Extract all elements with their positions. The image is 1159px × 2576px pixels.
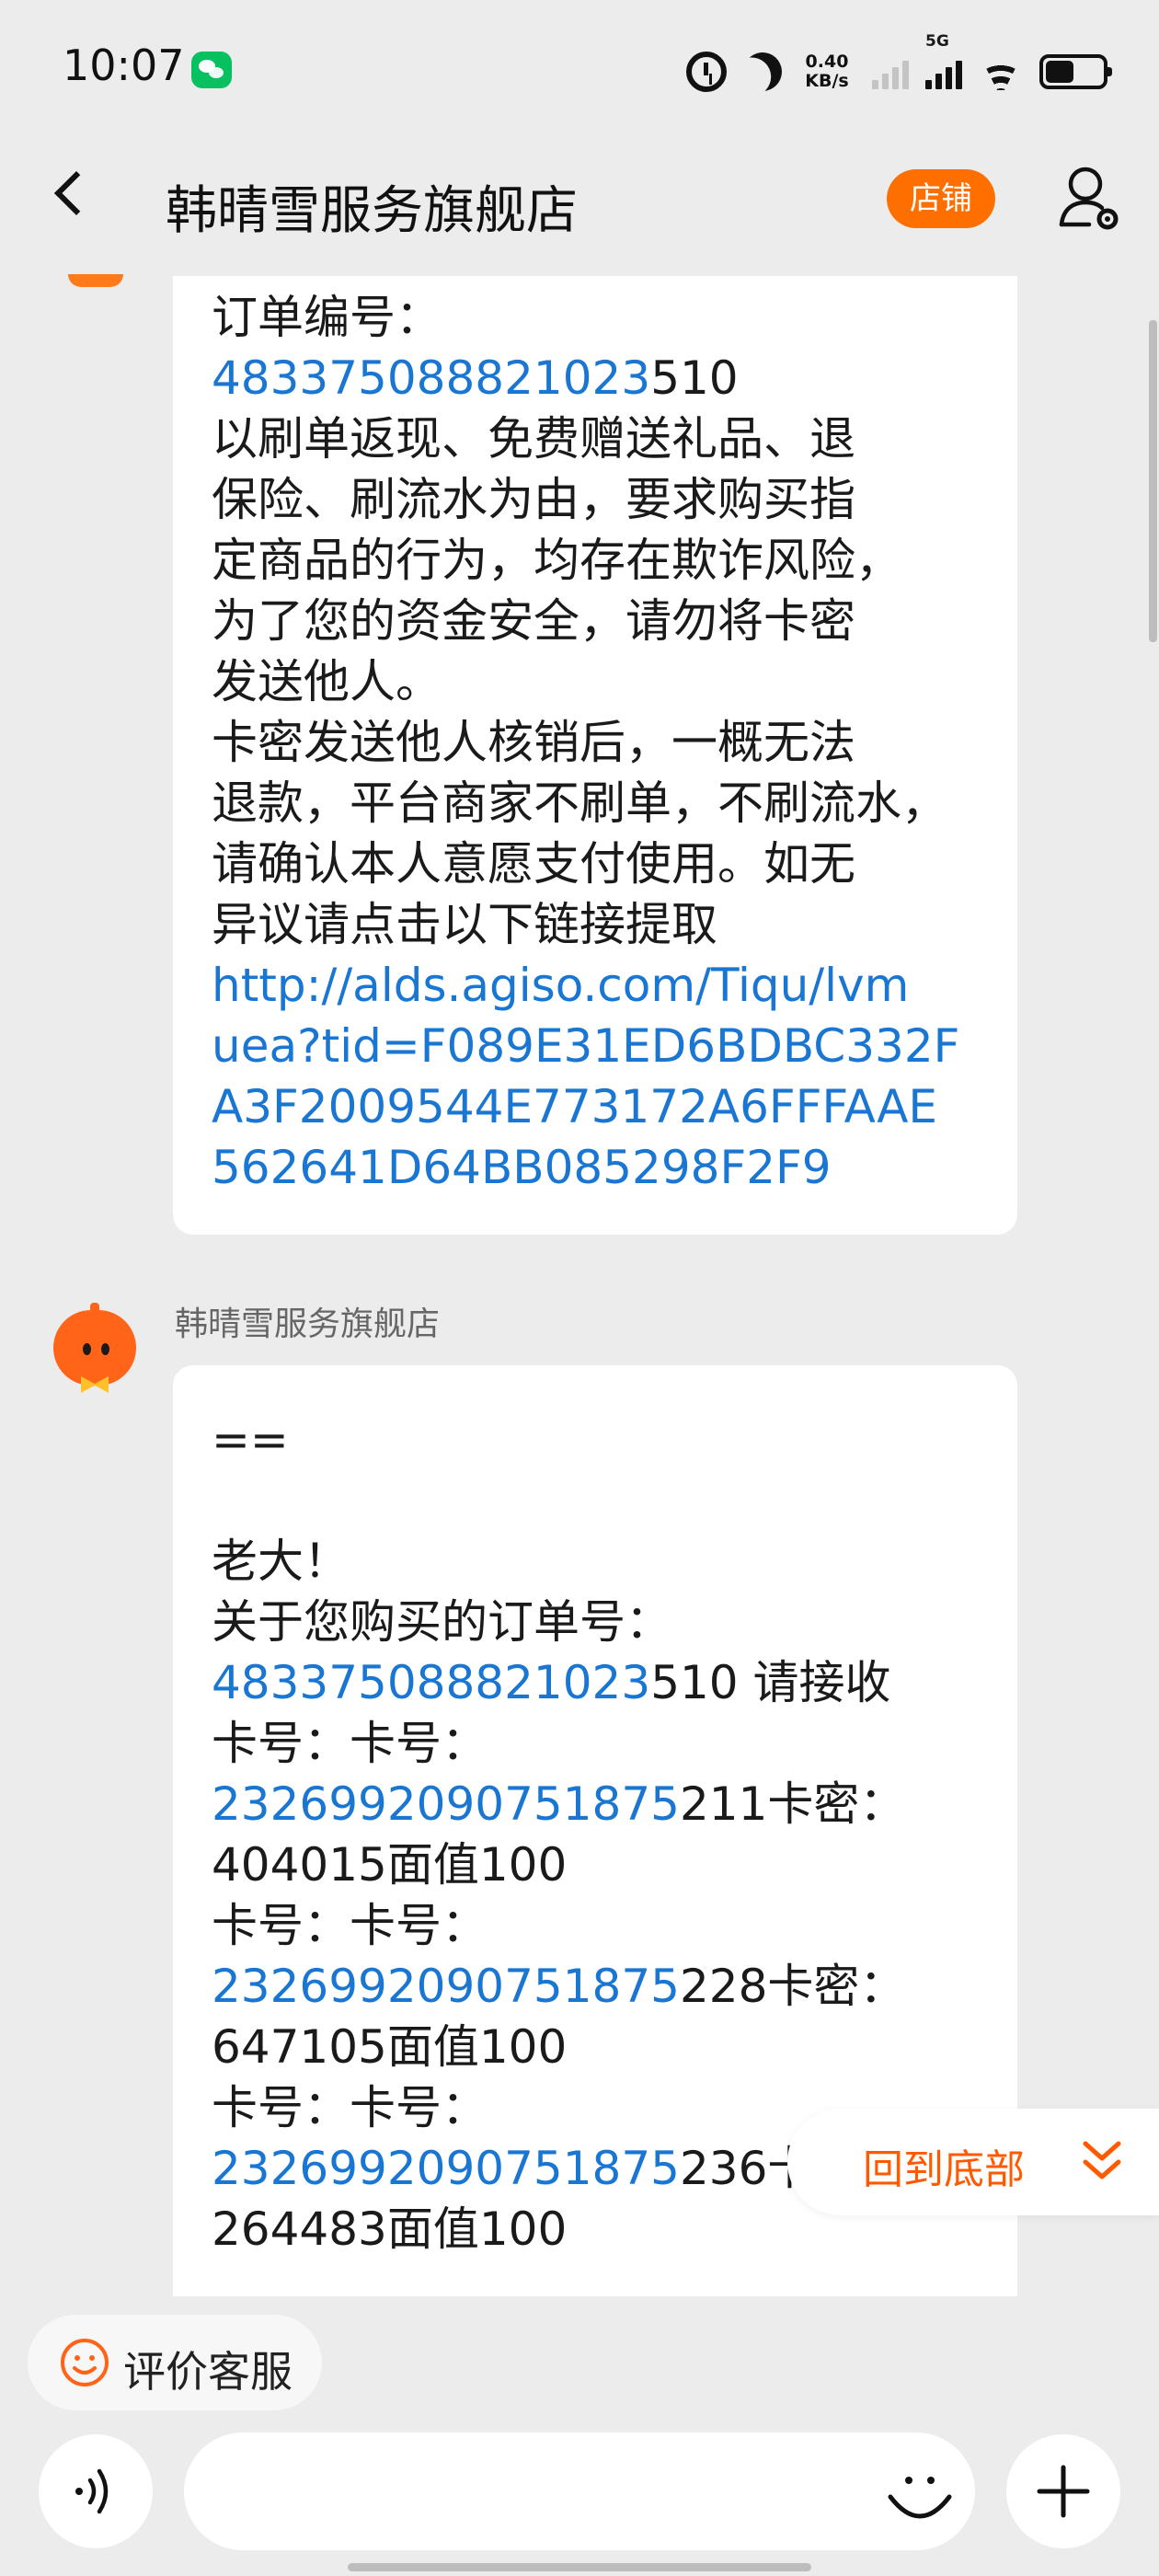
message-line: 510 请接收 (650, 1656, 891, 1709)
message-line: 退款，平台商家不刷单，不刷流水， (212, 776, 947, 830)
message-line: 订单编号： (212, 291, 442, 344)
extract-link[interactable]: uea?tid=F089E31ED6BDBC332F (212, 1019, 959, 1073)
extract-link[interactable]: A3F2009544E773172A6FFFAAE (212, 1080, 937, 1133)
back-to-bottom-label: 回到底部 (863, 2146, 1025, 2193)
double-chevron-down-icon (1083, 2141, 1121, 2179)
message-line: 647105面值100 (212, 2020, 568, 2074)
network-speed-unit: KB/s (805, 71, 849, 91)
message-line: 404015面值100 (212, 1838, 568, 1892)
signal-icon-sim2: 5G (925, 32, 962, 89)
network-speed-value: 0.40 (805, 52, 849, 72)
extract-link[interactable]: 562641D64BB085298F2F9 (212, 1141, 832, 1194)
order-number-link[interactable]: 483375088821023 (212, 1656, 650, 1709)
message-line: 510 (650, 351, 739, 405)
status-time: 10:07 (63, 40, 185, 90)
plus-icon (1037, 2465, 1090, 2518)
extract-link[interactable]: http://alds.agiso.com/Tiqu/lvm (212, 959, 909, 1012)
message-line: 264483面值100 (212, 2202, 568, 2256)
emoji-icon[interactable] (883, 2458, 957, 2532)
battery-icon (1039, 54, 1112, 89)
user-settings-icon[interactable] (1056, 162, 1124, 236)
card-number-link[interactable]: 2326992090751875 (212, 2142, 680, 2195)
network-speed: 0.40 KB/s (798, 52, 855, 91)
message-line: 异议请点击以下链接提取 (212, 898, 717, 951)
voice-button[interactable] (39, 2434, 153, 2548)
message-line: 为了您的资金安全，请勿将卡密 (212, 594, 855, 648)
message-line: 211卡密： (679, 1777, 906, 1831)
back-to-bottom-button[interactable]: 回到底部 (787, 2109, 1159, 2215)
status-icons: 0.40 KB/s 5G (686, 32, 1112, 99)
wechat-icon (191, 52, 232, 88)
more-button[interactable] (1006, 2434, 1120, 2548)
message-line: 发送他人。 (212, 655, 442, 708)
voice-icon (75, 2468, 109, 2514)
message-line: 老大！ (212, 1535, 350, 1588)
order-number-link[interactable]: 483375088821023 (212, 351, 650, 405)
smile-icon (61, 2339, 109, 2386)
message-line: 关于您购买的订单号： (212, 1595, 671, 1649)
signal-icon-sim1 (872, 54, 909, 89)
moon-icon (737, 46, 788, 98)
shop-avatar[interactable] (50, 1303, 140, 1393)
signal-label: 5G (925, 32, 949, 51)
message-line: 卡号：卡号： (212, 1899, 488, 1952)
message-bubble: 订单编号： 483375088821023510 以刷单返现、免费赠送礼品、退 … (173, 276, 1017, 1235)
message-line: 保险、刷流水为由，要求购买指 (212, 473, 855, 526)
message-line: 卡密发送他人核销后，一概无法 (212, 716, 855, 769)
rate-service-button[interactable]: 评价客服 (28, 2315, 322, 2410)
sender-name: 韩晴雪服务旗舰店 (175, 1305, 441, 1343)
card-number-link[interactable]: 2326992090751875 (212, 1777, 680, 1831)
message-line: 定商品的行为，均存在欺诈风险， (212, 534, 901, 587)
rate-service-label: 评价客服 (123, 2347, 293, 2397)
card-number-link[interactable]: 2326992090751875 (212, 1960, 680, 2013)
message-line: 228卡密： (679, 1960, 906, 2013)
wifi-icon (979, 53, 1023, 90)
home-indicator[interactable] (348, 2563, 811, 2571)
message-line: 卡号：卡号： (212, 1717, 488, 1770)
message-line: 卡号：卡号： (212, 2081, 488, 2134)
chat-title: 韩晴雪服务旗舰店 (166, 181, 578, 241)
message-line: 以刷单返现、免费赠送礼品、退 (212, 412, 855, 466)
avatar-partial (68, 274, 123, 287)
alarm-icon (686, 52, 727, 92)
status-bar: 10:07 0.40 KB/s 5G (0, 0, 1159, 138)
message-line: == (212, 1413, 289, 1466)
scrollbar[interactable] (1149, 320, 1157, 642)
message-input[interactable] (184, 2432, 975, 2550)
message-line: 请确认本人意愿支付使用。如无 (212, 837, 855, 891)
shop-button[interactable]: 店铺 (887, 169, 995, 228)
